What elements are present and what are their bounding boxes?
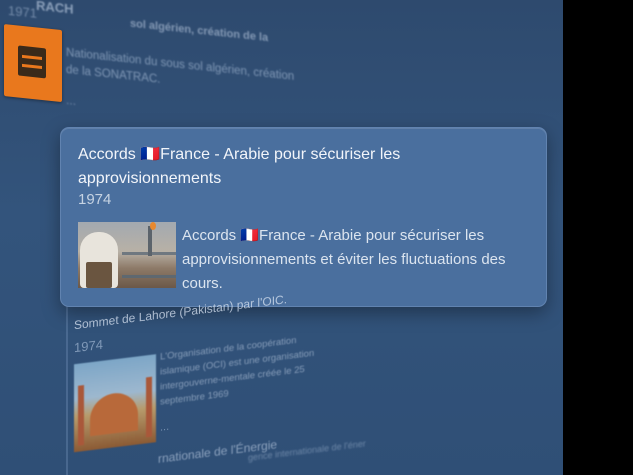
black-margin bbox=[563, 0, 633, 475]
item-description: Nationalisation du sous sol algérien, cr… bbox=[66, 46, 295, 86]
item-title-fragment-2: sol algérien, création de la bbox=[130, 17, 269, 45]
card-year: 1974 bbox=[78, 191, 112, 208]
item-image[interactable] bbox=[74, 354, 156, 453]
item-description: L'Organisation de la coopération islamiq… bbox=[160, 334, 315, 408]
flame-figure bbox=[150, 222, 156, 230]
dome-figure bbox=[90, 390, 138, 437]
person-figure bbox=[80, 232, 118, 288]
tower-figure bbox=[148, 226, 152, 256]
item-more: ... bbox=[160, 420, 170, 434]
minaret-figure bbox=[78, 385, 84, 446]
card-image[interactable] bbox=[78, 222, 176, 288]
minaret-figure bbox=[146, 376, 152, 438]
item-more: ... bbox=[66, 92, 77, 108]
card-title: Accords 🇫🇷France - Arabie pour sécuriser… bbox=[78, 146, 401, 187]
item-title-fragment: RACH bbox=[36, 0, 74, 17]
sonatrach-logo-icon bbox=[4, 24, 62, 103]
item-year: 1974 bbox=[74, 336, 103, 356]
timeline-view[interactable]: 1971 RACH sol algérien, création de la N… bbox=[0, 0, 563, 475]
item-year: 1971 bbox=[8, 2, 37, 21]
logo-mark bbox=[18, 45, 46, 79]
